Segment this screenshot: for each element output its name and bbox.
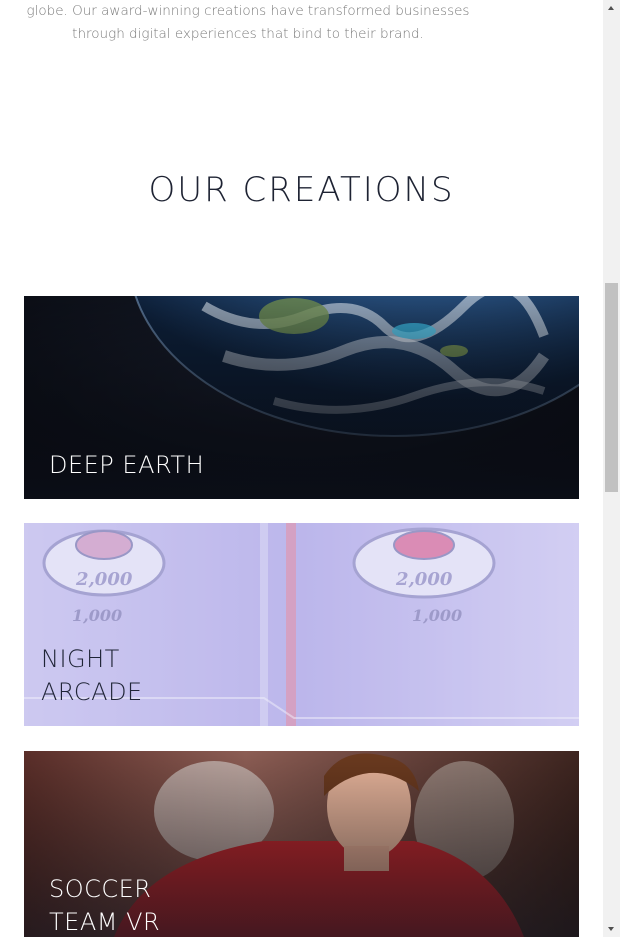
scroll-up-button[interactable] [603, 0, 620, 17]
scroll-thumb[interactable] [605, 283, 618, 492]
creation-card-night-arcade[interactable]: 2,000 1,000 2,000 1,000 NIGHT ARCADE [24, 523, 579, 726]
arrow-up-icon [608, 6, 614, 10]
page-viewport: globe. Our award-winning creations have … [0, 0, 603, 937]
section-title: OUR CREATIONS [148, 170, 455, 210]
scroll-down-button[interactable] [603, 920, 620, 937]
intro-line-2: through digital experiences that bind to… [72, 26, 424, 42]
creation-card-deep-earth[interactable]: DEEP EARTH [24, 296, 579, 499]
creation-title: DEEP EARTH [49, 451, 205, 479]
intro-line-1: globe. Our award-winning creations have … [26, 3, 470, 19]
creation-title: SOCCER TEAM VR [49, 875, 161, 936]
arrow-down-icon [608, 927, 614, 931]
vertical-scrollbar[interactable] [603, 0, 620, 937]
creation-title: NIGHT ARCADE [41, 645, 143, 706]
creation-card-soccer-team-vr[interactable]: SOCCER TEAM VR [24, 751, 579, 937]
